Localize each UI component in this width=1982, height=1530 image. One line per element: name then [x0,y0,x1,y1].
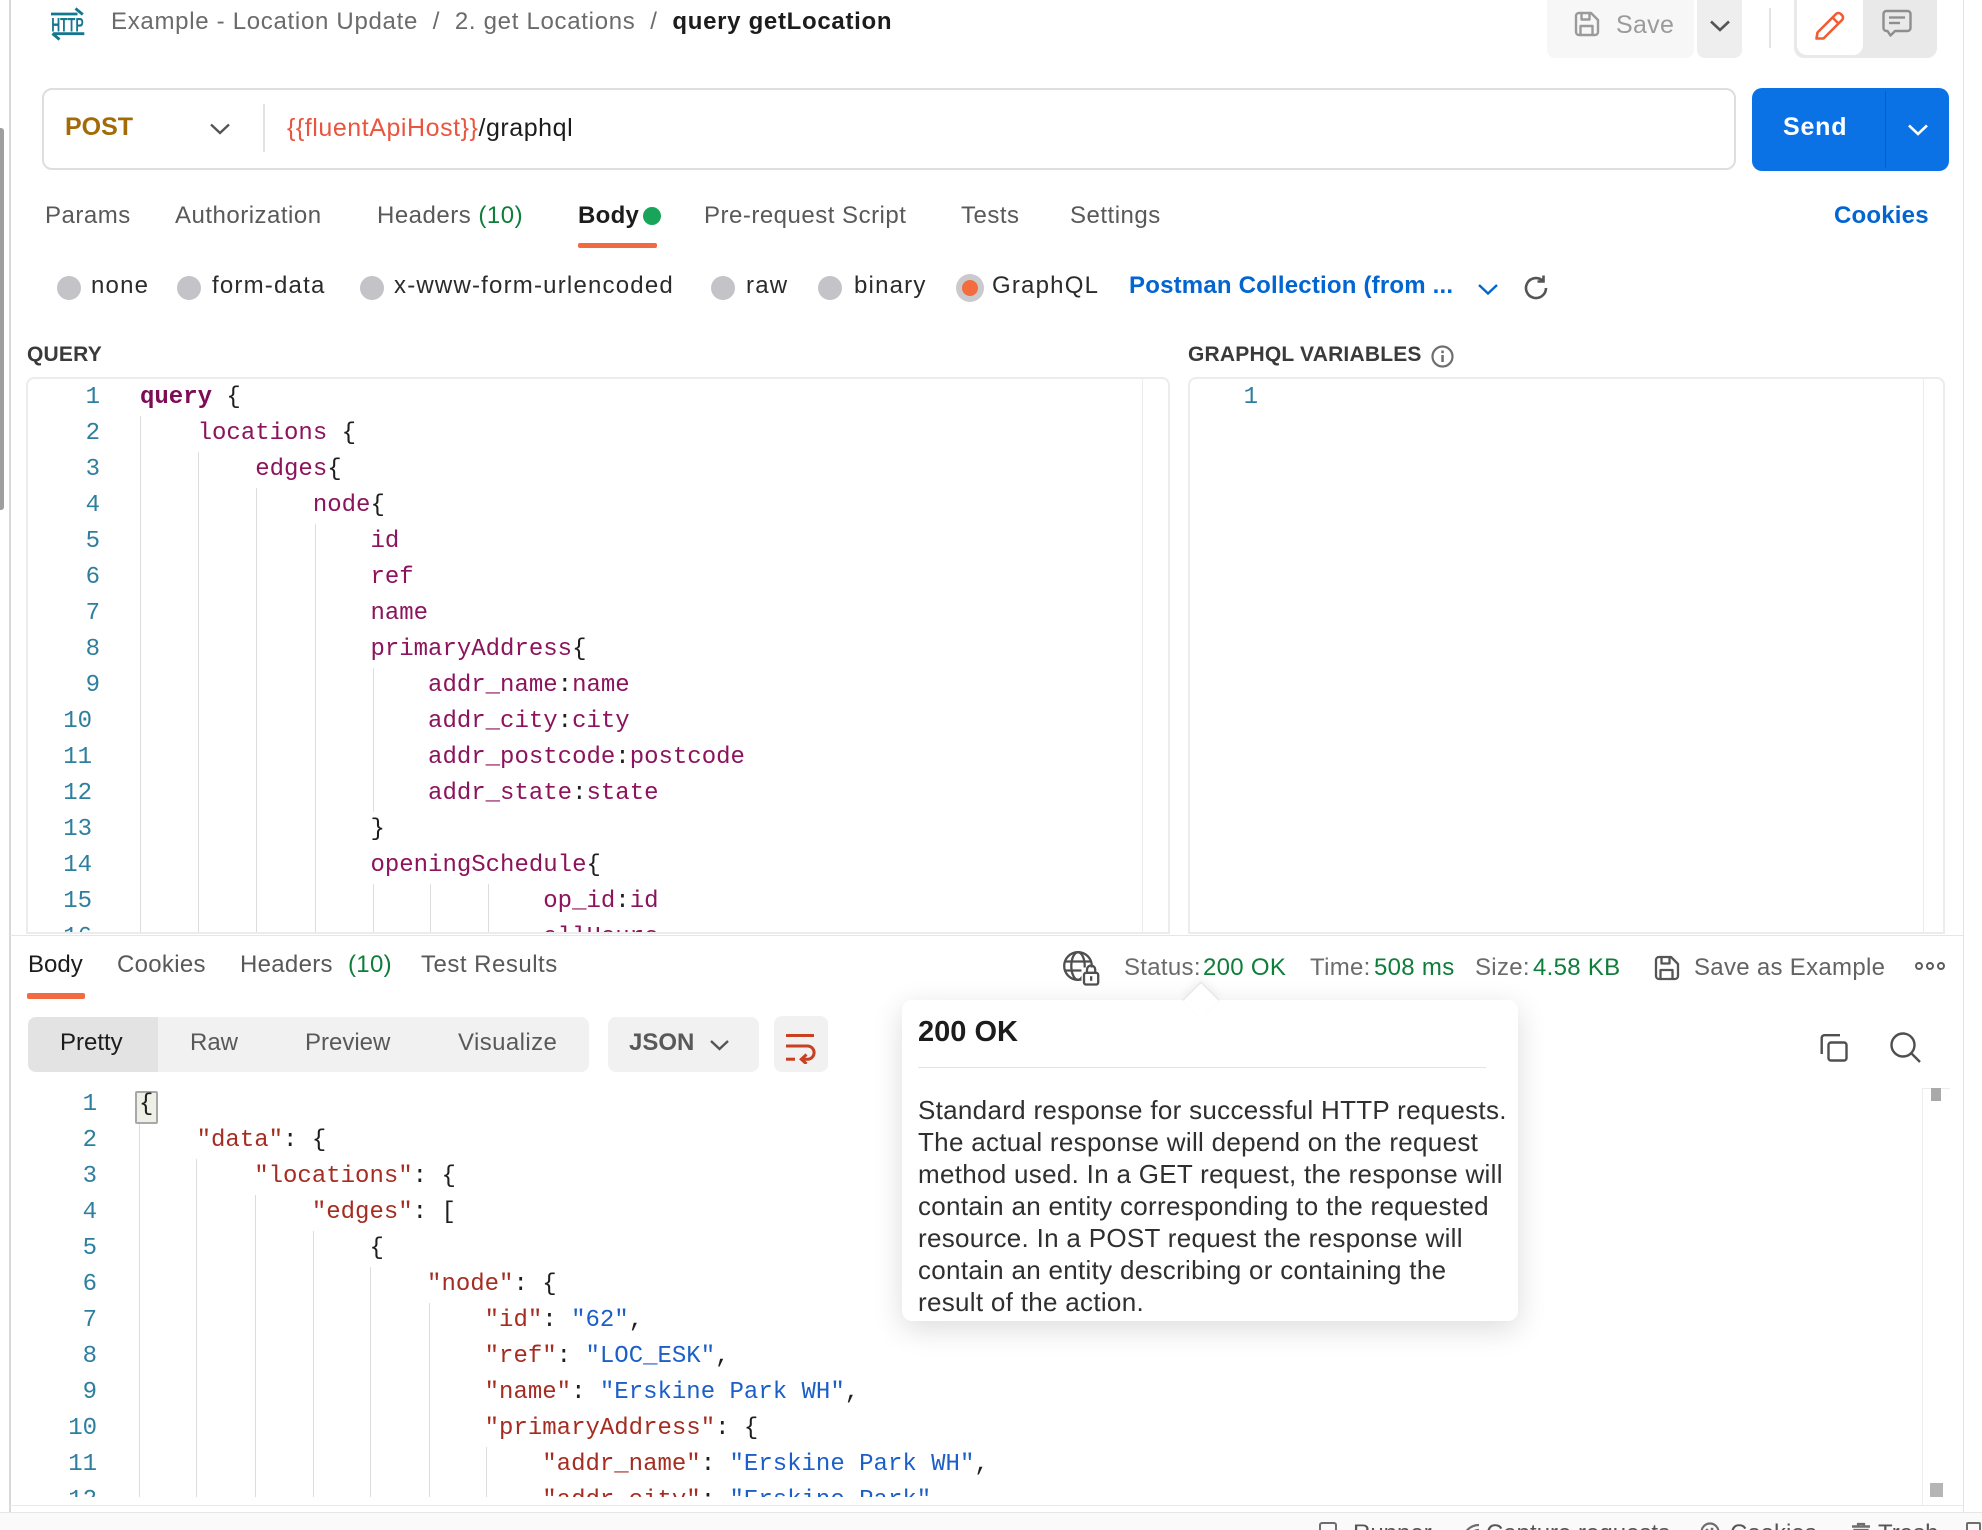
svg-text:HTTP: HTTP [51,15,84,36]
